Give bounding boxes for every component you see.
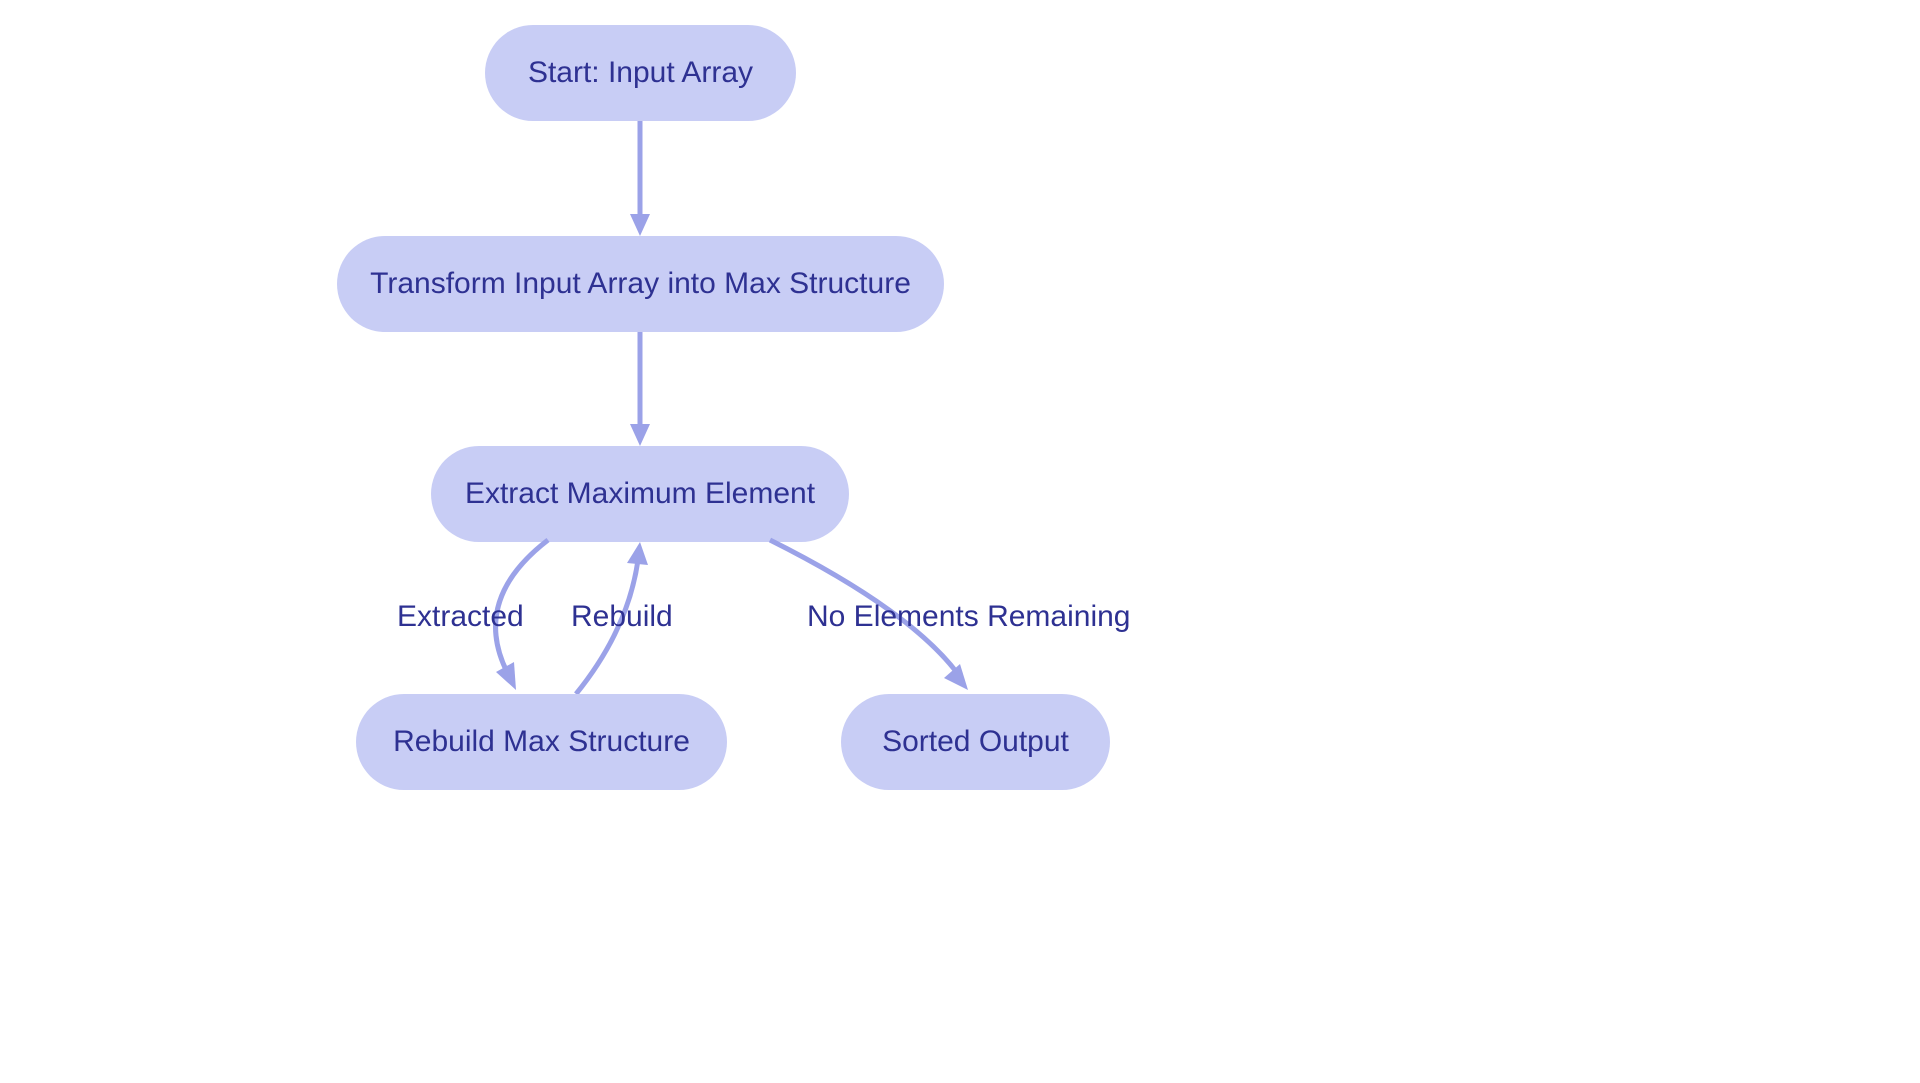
arrow-start-to-transform [0, 0, 1920, 1083]
node-transform-label: Transform Input Array into Max Structure [370, 267, 911, 301]
node-extract: Extract Maximum Element [431, 446, 849, 542]
node-rebuild: Rebuild Max Structure [356, 694, 727, 790]
edge-label-extracted: Extracted [397, 600, 524, 634]
node-output: Sorted Output [841, 694, 1110, 790]
arrow-transform-to-extract [0, 0, 1920, 1083]
edge-label-rebuild: Rebuild [571, 600, 673, 634]
edge-label-no-remaining: No Elements Remaining [807, 600, 1130, 634]
node-rebuild-label: Rebuild Max Structure [393, 725, 690, 759]
node-start-label: Start: Input Array [528, 56, 753, 90]
node-transform: Transform Input Array into Max Structure [337, 236, 944, 332]
node-output-label: Sorted Output [882, 725, 1069, 759]
arrow-extract-to-output [0, 0, 1920, 1083]
arrow-extract-to-rebuild [0, 0, 1920, 1083]
node-extract-label: Extract Maximum Element [465, 477, 815, 511]
node-start: Start: Input Array [485, 25, 796, 121]
arrow-rebuild-to-extract [0, 0, 1920, 1083]
